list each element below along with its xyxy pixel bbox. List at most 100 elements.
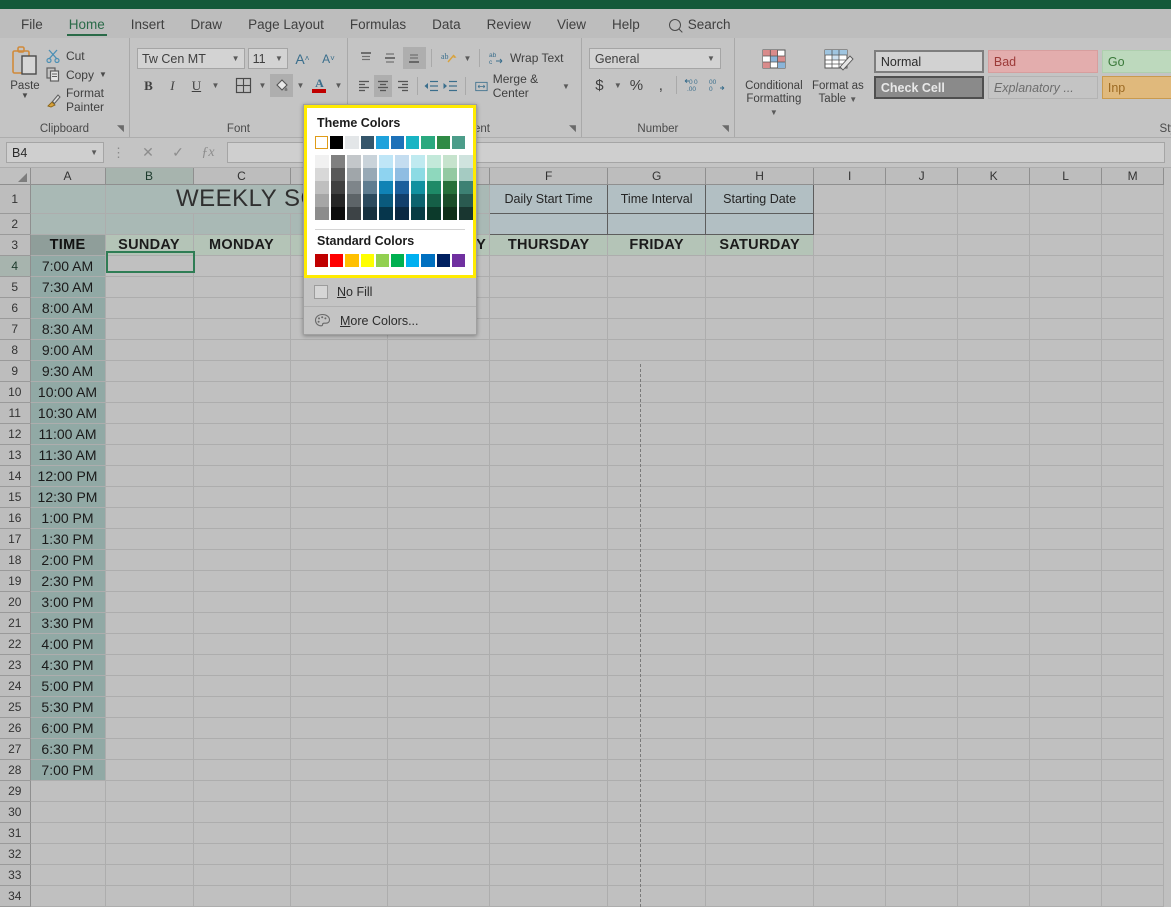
schedule-cell-g9[interactable] — [607, 360, 707, 382]
standard-color-swatch[interactable] — [330, 254, 344, 267]
table-row[interactable]: 2 — [0, 212, 1165, 235]
format-as-table-chevron-down-icon[interactable]: ▼ — [849, 95, 857, 104]
schedule-cell-f26[interactable] — [489, 717, 609, 739]
schedule-cell-b13[interactable] — [105, 444, 194, 466]
schedule-cell-e28[interactable] — [387, 759, 491, 781]
theme-shade-swatch[interactable] — [459, 155, 473, 168]
cell-g32[interactable] — [607, 843, 707, 865]
cell-k19[interactable] — [957, 570, 1031, 592]
schedule-cell-d15[interactable] — [290, 486, 388, 508]
schedule-cell-f19[interactable] — [489, 570, 609, 592]
cell-l6[interactable] — [1029, 297, 1103, 319]
cell-k21[interactable] — [957, 612, 1031, 634]
schedule-cell-b14[interactable] — [105, 465, 194, 487]
cell-d29[interactable] — [290, 780, 388, 802]
row-header-34[interactable]: 34 — [0, 885, 31, 907]
schedule-cell-f11[interactable] — [489, 402, 609, 424]
schedule-cell-g24[interactable] — [607, 675, 707, 697]
cell-m34[interactable] — [1101, 885, 1165, 907]
schedule-cell-g21[interactable] — [607, 612, 707, 634]
cell-k29[interactable] — [957, 780, 1031, 802]
theme-shade-swatch[interactable] — [331, 181, 345, 194]
column-header-m[interactable]: M — [1101, 168, 1165, 185]
schedule-cell-h21[interactable] — [705, 612, 815, 634]
schedule-cell-f17[interactable] — [489, 528, 609, 550]
theme-shade-swatch[interactable] — [427, 207, 441, 220]
cell-k3[interactable] — [957, 234, 1031, 256]
schedule-cell-b8[interactable] — [105, 339, 194, 361]
cell-j7[interactable] — [885, 318, 959, 340]
cell-j28[interactable] — [885, 759, 959, 781]
standard-color-swatch[interactable] — [345, 254, 359, 267]
cell-c29[interactable] — [193, 780, 291, 802]
paste-chevron-down-icon[interactable]: ▼ — [21, 92, 29, 100]
cell-b31[interactable] — [105, 822, 194, 844]
cell-m22[interactable] — [1101, 633, 1165, 655]
theme-color-swatch[interactable] — [315, 136, 329, 149]
schedule-cell-c8[interactable] — [193, 339, 291, 361]
table-row[interactable]: 21 3:30 PM — [0, 612, 1165, 634]
row-header-24[interactable]: 24 — [0, 675, 31, 697]
schedule-cell-b5[interactable] — [105, 276, 194, 298]
cell-i7[interactable] — [813, 318, 887, 340]
align-bottom-button[interactable] — [402, 47, 426, 69]
schedule-cell-g23[interactable] — [607, 654, 707, 676]
schedule-cell-c22[interactable] — [193, 633, 291, 655]
theme-shade-swatch[interactable] — [331, 207, 345, 220]
theme-shade-swatch[interactable] — [411, 207, 425, 220]
cell-c2[interactable] — [193, 213, 291, 235]
cell-l31[interactable] — [1029, 822, 1103, 844]
schedule-cell-c25[interactable] — [193, 696, 291, 718]
font-color-button[interactable]: A — [308, 74, 331, 97]
schedule-cell-f12[interactable] — [489, 423, 609, 445]
theme-shade-swatch[interactable] — [443, 155, 457, 168]
search-box[interactable]: Search — [653, 14, 741, 38]
schedule-cell-f20[interactable] — [489, 591, 609, 613]
time-slot-cell[interactable]: 2:30 PM — [30, 570, 106, 592]
cell-i21[interactable] — [813, 612, 887, 634]
schedule-cell-e16[interactable] — [387, 507, 491, 529]
theme-shade-swatch[interactable] — [379, 181, 393, 194]
table-row[interactable]: 22 4:00 PM — [0, 633, 1165, 655]
cell-j32[interactable] — [885, 843, 959, 865]
clipboard-dialog-launcher[interactable]: ◥ — [117, 123, 124, 134]
cell-l16[interactable] — [1029, 507, 1103, 529]
cell-k7[interactable] — [957, 318, 1031, 340]
schedule-cell-d12[interactable] — [290, 423, 388, 445]
row-header-22[interactable]: 22 — [0, 633, 31, 655]
schedule-cell-c16[interactable] — [193, 507, 291, 529]
tab-home[interactable]: Home — [56, 14, 118, 38]
theme-color-swatch[interactable] — [391, 136, 405, 149]
schedule-cell-h10[interactable] — [705, 381, 815, 403]
schedule-cell-c5[interactable] — [193, 276, 291, 298]
schedule-cell-e25[interactable] — [387, 696, 491, 718]
column-header-i[interactable]: I — [813, 168, 887, 185]
schedule-cell-h27[interactable] — [705, 738, 815, 760]
cut-button[interactable]: Cut — [43, 47, 122, 64]
cell-m2[interactable] — [1101, 213, 1165, 235]
cell-g33[interactable] — [607, 864, 707, 886]
row-header-2[interactable]: 2 — [0, 213, 31, 235]
schedule-cell-d13[interactable] — [290, 444, 388, 466]
cell-l2[interactable] — [1029, 213, 1103, 235]
time-slot-cell[interactable]: 11:00 AM — [30, 423, 106, 445]
schedule-cell-c4[interactable] — [193, 255, 291, 277]
tab-file[interactable]: File — [8, 14, 56, 38]
fx-icon[interactable]: ƒx — [193, 145, 223, 161]
theme-shade-swatch[interactable] — [459, 194, 473, 207]
schedule-cell-g27[interactable] — [607, 738, 707, 760]
cell-m19[interactable] — [1101, 570, 1165, 592]
schedule-cell-b9[interactable] — [105, 360, 194, 382]
schedule-cell-d20[interactable] — [290, 591, 388, 613]
column-header-b[interactable]: B — [105, 168, 194, 185]
theme-color-swatch[interactable] — [345, 136, 359, 149]
cell-i16[interactable] — [813, 507, 887, 529]
cell-g34[interactable] — [607, 885, 707, 907]
underline-chevron-down-icon[interactable]: ▼ — [209, 74, 222, 97]
time-slot-cell[interactable]: 2:00 PM — [30, 549, 106, 571]
row-header-20[interactable]: 20 — [0, 591, 31, 613]
cell-h32[interactable] — [705, 843, 815, 865]
theme-color-swatch[interactable] — [421, 136, 435, 149]
currency-chevron-down-icon[interactable]: ▼ — [612, 74, 624, 96]
schedule-cell-g11[interactable] — [607, 402, 707, 424]
